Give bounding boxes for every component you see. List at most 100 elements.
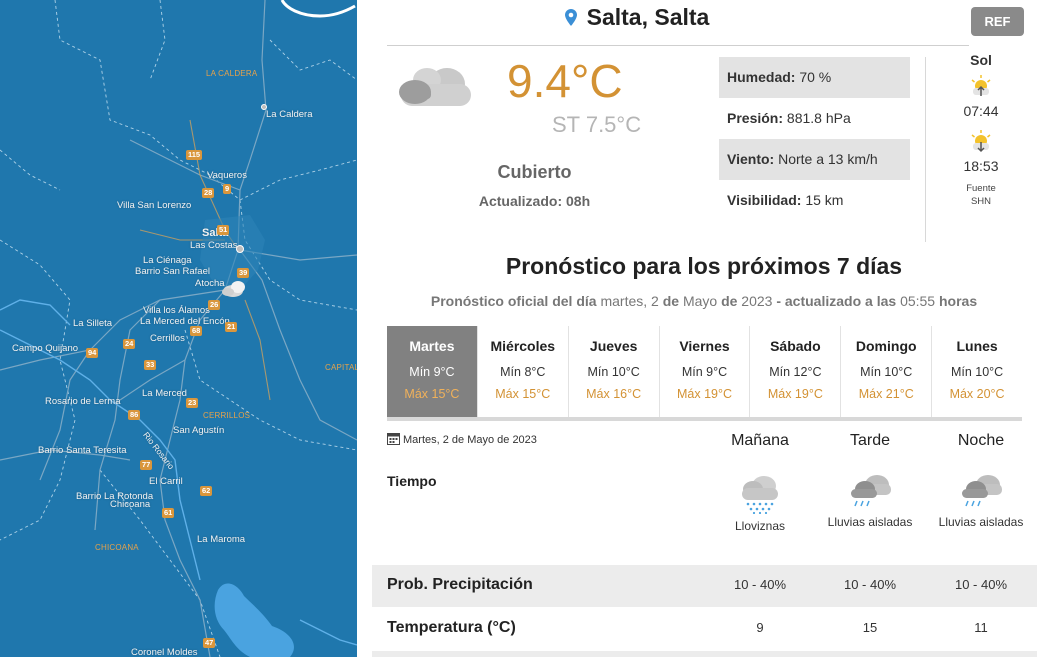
map-city-label: La Merced del Encón (140, 316, 230, 327)
period-weather-noche: Lluvias aisladas (931, 474, 1031, 531)
sun-title: Sol (970, 52, 992, 68)
route-shield: 24 (123, 339, 136, 349)
next-row (372, 651, 1037, 657)
divider (387, 45, 969, 46)
map-city-label: Barrio San Rafael (135, 266, 210, 277)
stat-value: 15 km (805, 192, 844, 208)
stat-label: Presión: (727, 110, 784, 126)
weather-row-label: Tiempo (387, 473, 437, 489)
current-temperature: 9.4°C (507, 55, 623, 107)
drizzle-icon (742, 476, 778, 514)
cloud-icon (399, 68, 471, 106)
location-name: Salta, Salta (586, 4, 710, 30)
day-min: Mín 9°C (681, 365, 728, 379)
stat-label: Humedad: (727, 69, 796, 85)
selected-date: Martes, 2 de Mayo de 2023 (387, 432, 537, 446)
calendar-icon (387, 433, 400, 445)
day-max: Máx 19°C (676, 387, 733, 401)
divider (925, 57, 926, 242)
reservoir (214, 583, 294, 657)
stat-value: 70 % (799, 69, 832, 85)
map-city-label: La Caldera (266, 109, 313, 120)
isolated-rain-icon (962, 475, 1002, 507)
day-name: Jueves (589, 338, 638, 354)
route-shield: 9 (223, 184, 232, 194)
temperature-value: 15 (862, 620, 878, 635)
sunset-time: 18:53 (963, 158, 999, 174)
day-name: Lunes (956, 338, 998, 354)
selected-date-text: Martes, 2 de Mayo de 2023 (403, 434, 537, 446)
map-city-label: Chicoana (110, 499, 151, 510)
map-region-label: CHICOANA (95, 543, 139, 552)
stat-wind: Viento: Norte a 13 km/h (719, 139, 910, 180)
route-shield: 21 (225, 322, 238, 332)
map-city-label: Villa los Álamos (143, 305, 210, 316)
forecast-date-part: martes, 2 (600, 293, 659, 309)
map-city-label: Rosario de Lerma (45, 396, 121, 407)
sunrise-time: 07:44 (963, 103, 999, 119)
ref-button[interactable]: REF (971, 7, 1024, 36)
temperature-value: 9 (756, 620, 764, 635)
route-shield: 94 (86, 348, 99, 358)
day-tab-sabado[interactable]: Sábado Mín 12°C Máx 19°C (750, 326, 842, 417)
route-shield: 47 (203, 638, 216, 648)
route-shield: 115 (186, 150, 203, 160)
precip-row: Prob. Precipitación 10 - 40% 10 - 40% 10… (372, 565, 1037, 607)
day-max: Máx 19°C (767, 387, 823, 401)
day-tab-jueves[interactable]: Jueves Mín 10°C Máx 16°C (568, 326, 660, 417)
day-max: Máx 21°C (858, 387, 914, 401)
route-shield: 61 (162, 508, 175, 518)
location-title: Salta, Salta (357, 4, 917, 31)
day-tab-miercoles[interactable]: Miércoles Mín 8°C Máx 15°C (477, 326, 569, 417)
forecast-date-part: Mayo (682, 293, 718, 309)
day-tab-lunes[interactable]: Lunes Mín 10°C Máx 20°C (932, 326, 1023, 417)
period-header-noche: Noche (957, 432, 1005, 449)
map-city-label: Campo Quijano (12, 343, 79, 354)
forecast-subtitle-prefix: Pronóstico oficial del día (430, 293, 597, 309)
sun-panel: Sol 07:44 18:53 Fuente SHN (951, 52, 1011, 208)
stat-label: Viento: (727, 151, 775, 167)
map-city-label: Villa San Lorenzo (117, 200, 192, 211)
temperature-row: Temperatura (°C) 9 15 11 (372, 608, 1037, 650)
day-name: Viernes (679, 338, 730, 354)
period-weather-text: Lloviznas (734, 519, 786, 533)
forecast-title: Pronóstico para los próximos 7 días (505, 253, 903, 279)
route-shield: 39 (237, 268, 250, 278)
location-pin-icon (564, 9, 577, 26)
precip-value: 10 - 40% (954, 577, 1008, 592)
forecast-date-part: de (721, 293, 738, 309)
period-header-manana: Mañana (731, 432, 789, 449)
day-min: Mín 8°C (500, 365, 546, 379)
day-tab-viernes[interactable]: Viernes Mín 9°C Máx 19°C (659, 326, 751, 417)
weather-map[interactable]: LA CALDERA CERRILLOS CHICOANA CAPITAL La… (0, 0, 357, 657)
day-tab-martes[interactable]: Martes Mín 9°C Máx 15°C (387, 326, 478, 417)
map-region-label: CERRILLOS (203, 411, 251, 420)
forecast-updated-suffix: horas (939, 293, 978, 309)
forecast-updated-time: 05:55 (900, 293, 936, 309)
stat-label: Visibilidad: (727, 192, 802, 208)
map-region-label: LA CALDERA (206, 69, 258, 78)
sun-source-label: Fuente (966, 183, 996, 194)
day-name: Martes (409, 338, 455, 354)
route-shield: 62 (200, 486, 213, 496)
day-min: Mín 10°C (860, 365, 913, 379)
route-shield: 33 (144, 360, 157, 370)
map-city-label: La Merced (142, 388, 187, 399)
map-base (0, 0, 357, 657)
day-tabs: Martes Mín 9°C Máx 15°C Miércoles Mín 8°… (387, 326, 1023, 421)
route-shield: 23 (186, 398, 199, 408)
map-city-label: Barrio Santa Teresita (38, 445, 127, 456)
day-tab-domingo[interactable]: Domingo Mín 10°C Máx 21°C (841, 326, 933, 417)
map-city-label: La Silleta (73, 318, 113, 329)
route-shield: 28 (202, 188, 215, 198)
stat-visibility: Visibilidad: 15 km (719, 180, 910, 221)
map-city-label: Vaqueros (207, 170, 247, 181)
route-shield: 68 (190, 326, 203, 336)
period-header-tarde: Tarde (849, 432, 891, 449)
day-min: Mín 12°C (769, 365, 822, 379)
temperature-value: 11 (974, 620, 988, 635)
forecast-date-part: 2023 (741, 293, 773, 309)
updated-time: Actualizado: 08h (478, 193, 591, 209)
precip-value: 10 - 40% (843, 577, 897, 592)
period-weather-tarde: Lluvias aisladas (820, 474, 920, 531)
